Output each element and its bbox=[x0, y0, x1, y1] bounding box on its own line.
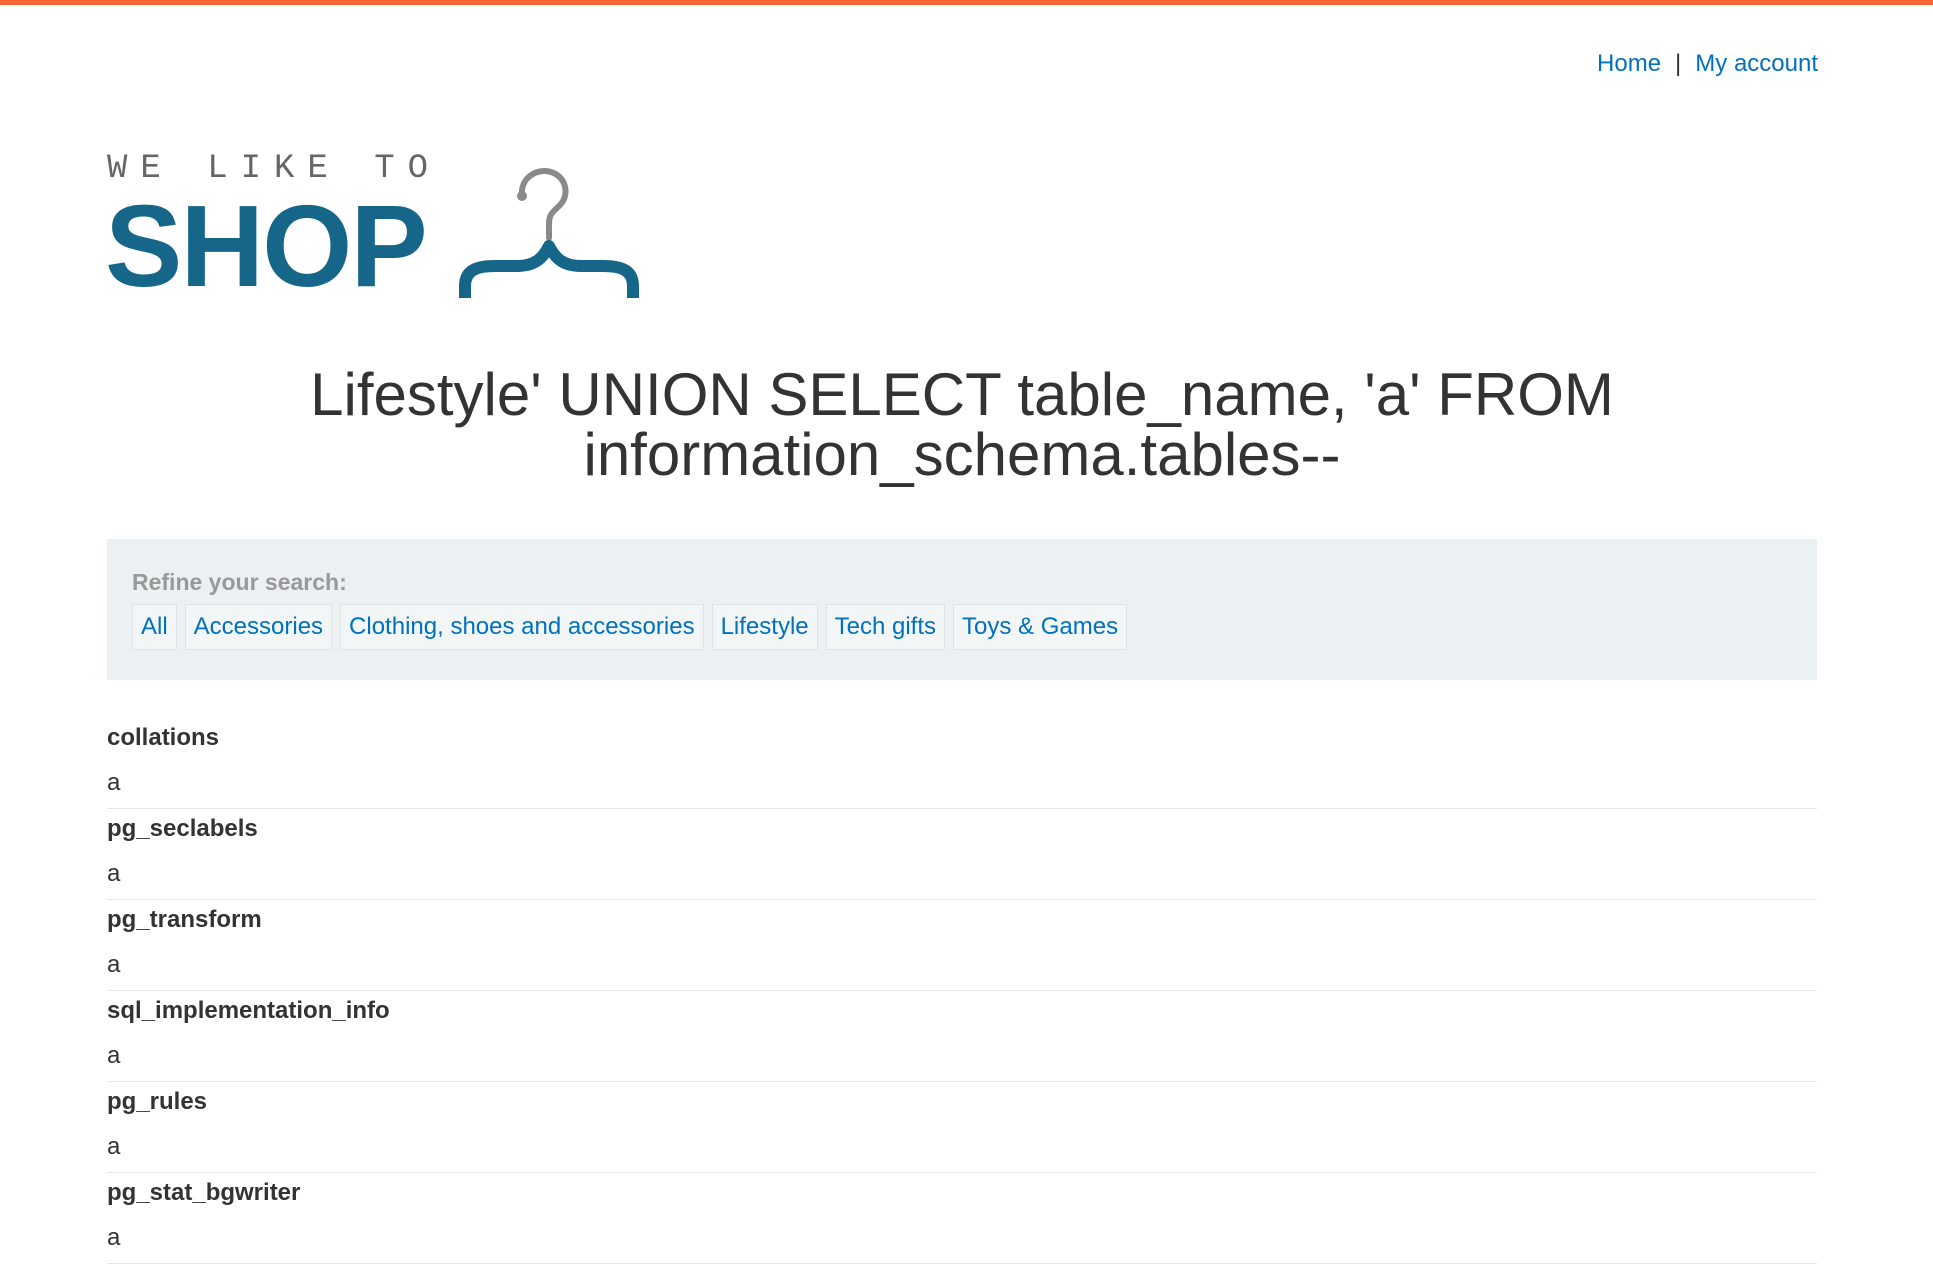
result-value: a bbox=[107, 769, 121, 796]
filter-label: Refine your search: bbox=[132, 569, 347, 595]
result-value: a bbox=[107, 1133, 121, 1160]
result-row: collations a bbox=[107, 718, 1817, 809]
result-name: pg_stat_bgwriter bbox=[107, 1179, 301, 1206]
result-name: pg_seclabels bbox=[107, 815, 258, 842]
result-name: pg_rules bbox=[107, 1088, 208, 1115]
results-list: collations a pg_seclabels a pg_transform… bbox=[107, 718, 1817, 1264]
logo-wordmark: SHOP bbox=[105, 181, 428, 311]
filter-clothing-shoes-and-accessories[interactable]: Clothing, shoes and accessories bbox=[340, 604, 704, 650]
result-row: pg_rules a bbox=[107, 1082, 1817, 1173]
result-row: pg_stat_bgwriter a bbox=[107, 1173, 1817, 1264]
filter-all[interactable]: All bbox=[132, 604, 177, 650]
result-name: pg_transform bbox=[107, 906, 262, 933]
filter-tech-gifts[interactable]: Tech gifts bbox=[825, 604, 946, 650]
hanger-icon bbox=[459, 168, 639, 298]
result-row: sql_implementation_info a bbox=[107, 991, 1817, 1082]
filter-panel: Refine your search: All Accessories Clot… bbox=[107, 539, 1817, 680]
result-row: pg_seclabels a bbox=[107, 809, 1817, 900]
page-title: Lifestyle' UNION SELECT table_name, 'a' … bbox=[310, 361, 1614, 488]
header-nav: Home | My account bbox=[1597, 50, 1818, 78]
result-value: a bbox=[107, 951, 121, 978]
result-value: a bbox=[107, 1224, 121, 1251]
nav-my-account-link[interactable]: My account bbox=[1695, 50, 1818, 77]
site-logo[interactable]: WE LIKE TO SHOP bbox=[105, 150, 665, 304]
result-name: sql_implementation_info bbox=[107, 997, 390, 1024]
nav-separator: | bbox=[1675, 50, 1682, 77]
filter-lifestyle[interactable]: Lifestyle bbox=[711, 604, 818, 650]
result-value: a bbox=[107, 860, 121, 887]
result-row: pg_transform a bbox=[107, 900, 1817, 991]
nav-home-link[interactable]: Home bbox=[1597, 50, 1661, 77]
result-name: collations bbox=[107, 724, 220, 751]
filter-accessories[interactable]: Accessories bbox=[184, 604, 333, 650]
result-value: a bbox=[107, 1042, 121, 1069]
filter-list: All Accessories Clothing, shoes and acce… bbox=[132, 604, 1128, 650]
top-accent-bar bbox=[0, 0, 1933, 5]
filter-toys-and-games[interactable]: Toys & Games bbox=[953, 604, 1128, 650]
